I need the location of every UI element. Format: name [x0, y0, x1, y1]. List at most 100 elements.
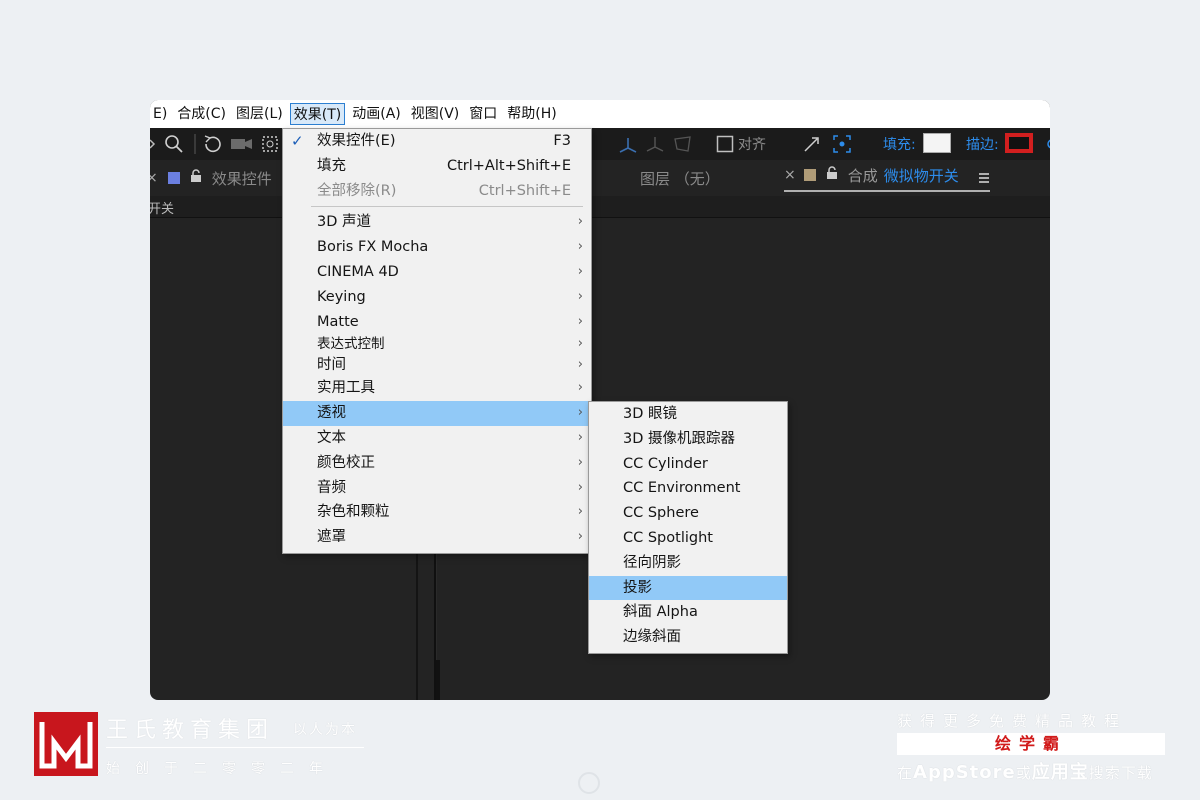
menu-item-label: 颜色校正	[317, 454, 375, 471]
submenu-item-bevel-edges[interactable]: 边缘斜面	[589, 625, 787, 650]
promo-or: 或	[1015, 764, 1032, 782]
menu-item-keying[interactable]: Keying ›	[283, 285, 591, 310]
brand-divider	[106, 747, 364, 748]
composition-prefix: 合成	[847, 166, 878, 185]
puppet-pin-icon[interactable]	[802, 134, 824, 154]
promo-app-name: 绘学霸	[897, 733, 1165, 755]
menu-item-text[interactable]: 文本 ›	[283, 426, 591, 451]
menu-item-perspective[interactable]: 透视 ›	[283, 401, 591, 426]
menu-separator	[311, 206, 583, 208]
align-checkbox[interactable]	[716, 134, 734, 154]
menu-bar: E) 合成(C) 图层(L) 效果(T) 动画(A) 视图(V) 窗口 帮助(H…	[150, 100, 1050, 128]
menu-help[interactable]: 帮助(H)	[504, 103, 559, 125]
chevron-right-icon: ›	[577, 454, 583, 470]
submenu-item-radial-shadow[interactable]: 径向阴影	[589, 551, 787, 576]
close-icon[interactable]: ×	[150, 170, 158, 186]
menu-item-label: 文本	[317, 429, 346, 446]
submenu-item-cc-spotlight[interactable]: CC Spotlight	[589, 526, 787, 551]
perspective-submenu: 3D 眼镜 3D 摄像机跟踪器 CC Cylinder CC Environme…	[588, 401, 788, 654]
close-icon[interactable]: ×	[784, 167, 796, 183]
menu-item-expression-controls[interactable]: 表达式控制 ›	[283, 334, 591, 354]
lock-icon[interactable]	[826, 166, 838, 184]
layer-panel-label: 图层 （无）	[640, 169, 720, 188]
menu-item-label: 3D 眼镜	[623, 406, 677, 422]
menu-item-label: 实用工具	[317, 380, 375, 397]
local-axis-icon[interactable]	[616, 134, 640, 154]
menu-animation[interactable]: 动画(A)	[349, 103, 404, 125]
menu-item-3d-channel[interactable]: 3D 声道 ›	[283, 210, 591, 235]
menu-item-time[interactable]: 时间 ›	[283, 354, 591, 376]
menu-item-label: 效果控件(E)	[317, 133, 396, 149]
layer-panel-title[interactable]: 图层 （无）	[640, 160, 720, 196]
menu-item-label: 3D 摄像机跟踪器	[623, 430, 735, 447]
menu-shortcut: Ctrl+Shift+E	[478, 182, 571, 199]
menu-item-boris-fx-mocha[interactable]: Boris FX Mocha ›	[283, 235, 591, 260]
menu-item-remove-all: 全部移除(R) Ctrl+Shift+E	[283, 179, 591, 204]
menu-item-fill[interactable]: 填充 Ctrl+Alt+Shift+E	[283, 154, 591, 179]
chevron-right-icon: ›	[577, 380, 583, 396]
submenu-item-3d-camera-tracker[interactable]: 3D 摄像机跟踪器	[589, 427, 787, 452]
pan-behind-tool-icon[interactable]	[260, 134, 280, 154]
menu-item-audio[interactable]: 音频 ›	[283, 476, 591, 501]
watermark-icon	[578, 772, 600, 794]
brand-subtitle: 始创于二零零二年	[106, 761, 338, 777]
checkmark-icon: ✓	[291, 132, 304, 150]
effects-controls-tab[interactable]: × 效果控件	[150, 160, 272, 196]
panel-menu-icon[interactable]	[978, 160, 990, 196]
menu-composition[interactable]: 合成(C)	[174, 103, 229, 125]
composition-tab[interactable]: × 合成 微拟物开关	[784, 160, 990, 192]
lock-icon[interactable]	[190, 169, 202, 187]
menu-shortcut: Ctrl+Alt+Shift+E	[446, 157, 571, 174]
chevron-right-icon: ›	[577, 263, 583, 279]
submenu-item-3d-glasses[interactable]: 3D 眼镜	[589, 402, 787, 427]
zoom-tool-icon[interactable]	[164, 134, 184, 154]
chevron-right-icon: ›	[577, 288, 583, 304]
menu-item-label: 径向阴影	[623, 554, 681, 571]
menu-item-label: 透视	[317, 405, 346, 422]
submenu-item-cc-sphere[interactable]: CC Sphere	[589, 501, 787, 526]
menu-item-label: 全部移除(R)	[317, 182, 397, 199]
view-axis-icon[interactable]	[672, 134, 694, 154]
menu-item-matte[interactable]: Matte ›	[283, 310, 591, 335]
align-label: 对齐	[738, 137, 766, 153]
stroke-label: 描边:	[966, 137, 999, 153]
composition-name[interactable]: 微拟物开关	[884, 165, 959, 186]
effects-controls-title: 效果控件	[211, 169, 272, 188]
menu-window[interactable]: 窗口	[466, 103, 500, 125]
menu-edit[interactable]: E)	[150, 103, 170, 125]
menu-item-color-correction[interactable]: 颜色校正 ›	[283, 451, 591, 476]
chevron-right-icon: ›	[577, 405, 583, 421]
menu-view[interactable]: 视图(V)	[408, 103, 463, 125]
menu-item-cinema-4d[interactable]: CINEMA 4D ›	[283, 260, 591, 285]
panel-color-swatch	[167, 172, 180, 184]
menu-effects[interactable]: 效果(T)	[289, 103, 346, 125]
submenu-item-drop-shadow[interactable]: 投影	[589, 575, 787, 601]
toolbar-divider	[194, 134, 196, 154]
target-icon[interactable]	[832, 134, 852, 154]
menu-item-effect-controls[interactable]: ✓ 效果控件(E) F3	[283, 129, 591, 154]
menu-item-matte-mask[interactable]: 遮罩 ›	[283, 525, 591, 550]
stroke-color-swatch[interactable]	[1005, 133, 1033, 153]
promo-appstore: AppStore	[913, 762, 1016, 783]
submenu-item-cc-environment[interactable]: CC Environment	[589, 476, 787, 501]
brand-name: 王氏教育集团	[106, 718, 275, 743]
submenu-item-bevel-alpha[interactable]: 斜面 Alpha	[589, 600, 787, 625]
menu-shortcut: F3	[553, 133, 571, 149]
camera-tool-icon[interactable]	[230, 134, 254, 154]
chevron-right-icon: ›	[577, 429, 583, 445]
chevron-icon[interactable]	[150, 134, 156, 154]
menu-item-label: Matte	[317, 313, 359, 330]
effects-menu: ✓ 效果控件(E) F3 填充 Ctrl+Alt+Shift+E 全部移除(R)…	[282, 128, 592, 554]
promo-download-line: 在AppStore或应用宝搜索下载	[897, 758, 1153, 784]
fill-color-swatch[interactable]	[923, 133, 951, 153]
chevron-right-icon: ›	[577, 357, 583, 373]
chevron-right-icon: ›	[577, 479, 583, 495]
rotate-tool-icon[interactable]	[202, 134, 224, 154]
more-icon[interactable]	[1046, 134, 1050, 154]
menu-item-noise-grain[interactable]: 杂色和颗粒 ›	[283, 500, 591, 525]
menu-layer[interactable]: 图层(L)	[233, 103, 286, 125]
world-axis-icon[interactable]	[644, 134, 666, 154]
menu-item-utility[interactable]: 实用工具 ›	[283, 376, 591, 401]
menu-item-label: CINEMA 4D	[317, 263, 399, 280]
submenu-item-cc-cylinder[interactable]: CC Cylinder	[589, 452, 787, 477]
